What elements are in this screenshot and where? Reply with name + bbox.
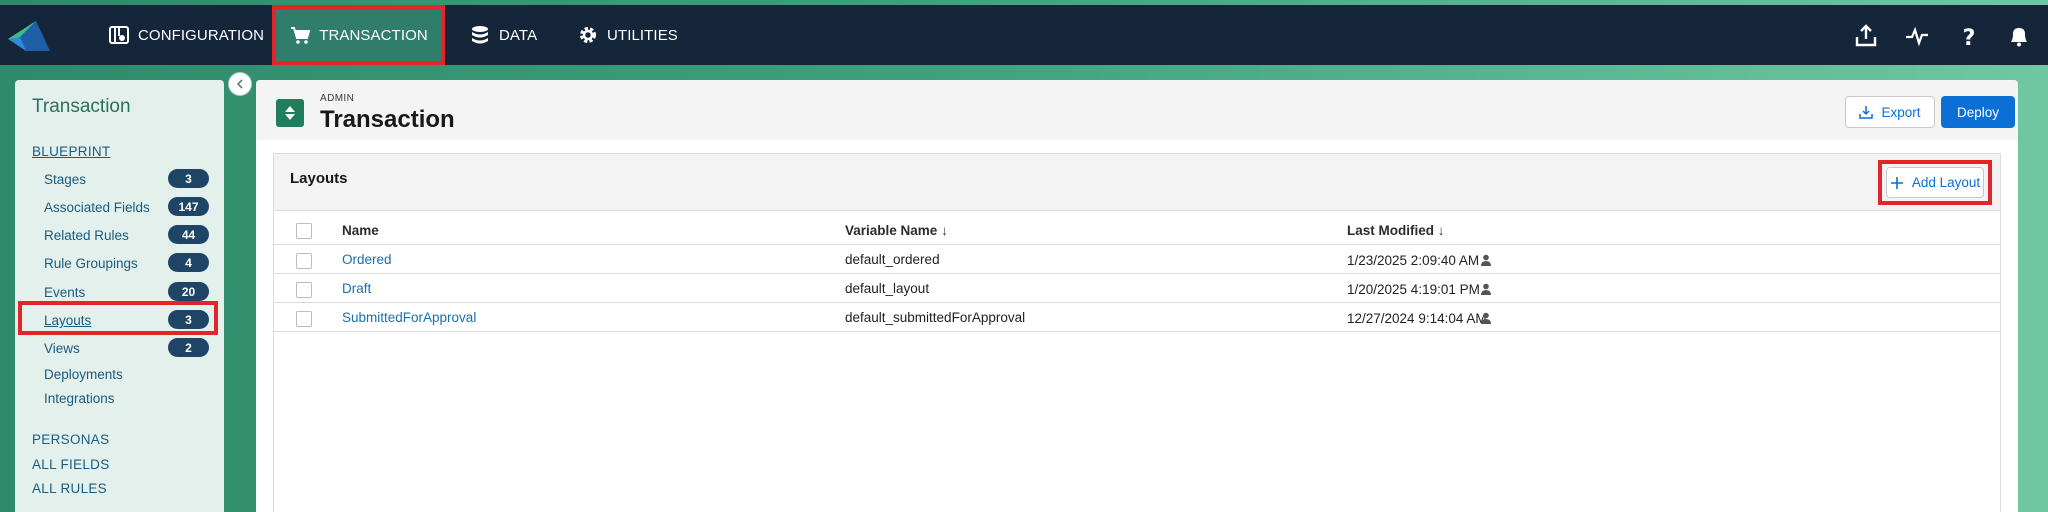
- layout-variable-name: default_ordered: [845, 252, 940, 267]
- sidebar-item-deployments[interactable]: Deployments: [44, 367, 123, 382]
- page-eyebrow: ADMIN: [320, 93, 355, 104]
- sidebar-all-fields-link[interactable]: ALL FIELDS: [32, 457, 110, 472]
- row-divider: [274, 331, 2000, 332]
- nav-transaction-label: TRANSACTION: [319, 26, 428, 44]
- column-header-last-modified[interactable]: Last Modified ↓: [1347, 223, 1445, 238]
- row-checkbox[interactable]: [296, 253, 312, 269]
- help-icon[interactable]: ?: [1956, 23, 1982, 49]
- layouts-card-title: Layouts: [290, 170, 348, 187]
- associated-fields-count-badge: 147: [168, 197, 209, 216]
- nav-data-label: DATA: [499, 26, 538, 44]
- export-button[interactable]: Export: [1845, 96, 1935, 128]
- sidebar: Transaction BLUEPRINT Stages 3 Associate…: [15, 80, 224, 512]
- transaction-object-icon: [276, 99, 304, 127]
- sidebar-item-integrations[interactable]: Integrations: [44, 391, 115, 406]
- add-layout-highlight-box: [1878, 160, 1992, 205]
- svg-text:?: ?: [1963, 26, 1976, 49]
- layout-variable-name: default_layout: [845, 281, 930, 296]
- cart-icon: [289, 24, 311, 46]
- layout-last-modified: 1/23/2025 2:09:40 AM: [1347, 253, 1480, 268]
- sidebar-personas-link[interactable]: PERSONAS: [32, 432, 109, 447]
- export-label: Export: [1881, 104, 1921, 120]
- column-header-variable-name[interactable]: Variable Name ↓: [845, 223, 948, 238]
- activity-icon[interactable]: [1904, 23, 1930, 49]
- nav-transaction[interactable]: TRANSACTION: [272, 5, 445, 65]
- layout-name-link[interactable]: Draft: [342, 281, 371, 296]
- row-divider: [274, 302, 2000, 303]
- events-count-badge: 20: [168, 282, 209, 301]
- config-icon: [108, 24, 130, 46]
- layout-last-modified: 1/20/2025 4:19:01 PM: [1347, 282, 1480, 297]
- sidebar-title: Transaction: [32, 96, 131, 117]
- sidebar-all-rules-link[interactable]: ALL RULES: [32, 481, 107, 496]
- database-icon: [469, 24, 491, 46]
- column-header-name[interactable]: Name: [342, 223, 379, 238]
- sidebar-item-views[interactable]: Views: [44, 341, 80, 356]
- row-checkbox[interactable]: [296, 282, 312, 298]
- column-header-modified-label: Last Modified: [1347, 223, 1434, 238]
- layout-name-link[interactable]: SubmittedForApproval: [342, 310, 476, 325]
- views-count-badge: 2: [168, 338, 209, 357]
- nav-utilities-label: UTILITIES: [607, 26, 678, 44]
- user-icon[interactable]: [1480, 312, 1492, 324]
- select-all-checkbox[interactable]: [296, 223, 312, 239]
- bell-icon[interactable]: [2006, 23, 2032, 49]
- sort-arrow-icon: ↓: [1437, 223, 1445, 238]
- gear-icon: [577, 24, 599, 46]
- user-icon[interactable]: [1480, 254, 1492, 266]
- sort-arrow-icon: ↓: [941, 223, 948, 238]
- nav-data[interactable]: DATA: [469, 5, 539, 65]
- related-rules-count-badge: 44: [168, 225, 209, 244]
- user-icon[interactable]: [1480, 283, 1492, 295]
- sidebar-blueprint-link[interactable]: BLUEPRINT: [32, 144, 110, 159]
- row-divider: [274, 273, 2000, 274]
- download-icon: [1859, 106, 1874, 119]
- layouts-card-header: Layouts Add Layout: [274, 154, 2000, 211]
- sidebar-item-stages[interactable]: Stages: [44, 172, 86, 187]
- sidebar-item-associated-fields[interactable]: Associated Fields: [44, 200, 150, 215]
- main-panel: ADMIN Transaction Export Deploy Layouts …: [256, 80, 2018, 512]
- nav-utilities[interactable]: UTILITIES: [577, 5, 678, 65]
- column-header-variable-label: Variable Name: [845, 223, 938, 238]
- layout-last-modified: 12/27/2024 9:14:04 AM: [1347, 311, 1487, 326]
- upload-icon[interactable]: [1853, 23, 1879, 49]
- row-divider: [274, 244, 2000, 245]
- stages-count-badge: 3: [168, 169, 209, 188]
- layout-name-link[interactable]: Ordered: [342, 252, 392, 267]
- nav-configuration[interactable]: CONFIGURATION: [108, 5, 264, 65]
- chevron-left-icon: [236, 79, 243, 89]
- sidebar-item-related-rules[interactable]: Related Rules: [44, 228, 129, 243]
- sidebar-item-rule-groupings[interactable]: Rule Groupings: [44, 256, 138, 271]
- rule-groupings-count-badge: 4: [168, 253, 209, 272]
- sidebar-item-events[interactable]: Events: [44, 285, 85, 300]
- layouts-card: Layouts Add Layout Name Variable Name ↓ …: [273, 153, 2001, 512]
- page-title: Transaction: [320, 106, 455, 133]
- deploy-button[interactable]: Deploy: [1941, 96, 2015, 128]
- top-nav: CONFIGURATION TRANSACTION DATA UTILITIES…: [0, 5, 2048, 65]
- row-checkbox[interactable]: [296, 311, 312, 327]
- layouts-highlight-box: [18, 301, 218, 335]
- nav-configuration-label: CONFIGURATION: [138, 26, 265, 44]
- layout-variable-name: default_submittedForApproval: [845, 310, 1026, 325]
- page-header: ADMIN Transaction Export Deploy: [256, 80, 2018, 140]
- app-logo-icon[interactable]: [6, 17, 50, 53]
- collapse-sidebar-button[interactable]: [228, 72, 252, 96]
